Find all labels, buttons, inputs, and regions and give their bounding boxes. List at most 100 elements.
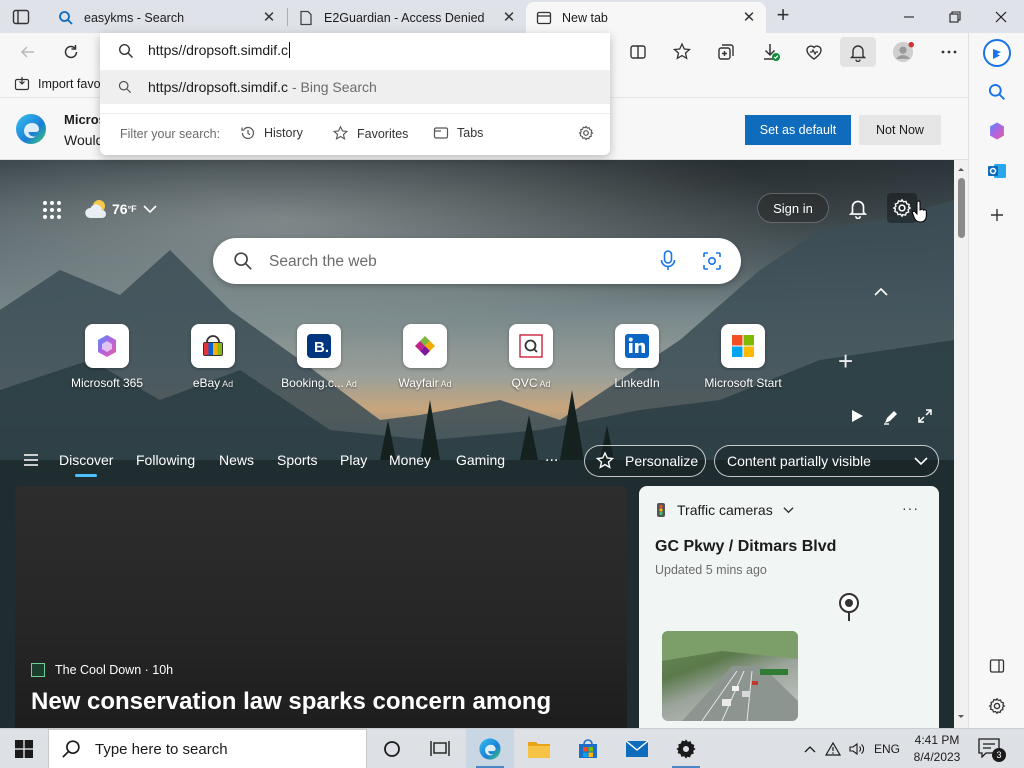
cortana-icon[interactable] (368, 729, 416, 768)
traffic-location: GC Pkwy / Ditmars Blvd (655, 538, 837, 555)
star-icon (332, 125, 349, 140)
close-window-button[interactable] (978, 0, 1024, 33)
taskbar-search-box[interactable]: Type here to search (48, 729, 367, 768)
chevron-up-icon[interactable] (874, 287, 888, 297)
downloads-icon[interactable] (760, 41, 782, 63)
mail-icon[interactable] (613, 729, 661, 768)
restore-button[interactable] (932, 0, 978, 33)
address-bar-dropdown: https//dropsoft.simdif.c https//dropsoft… (100, 33, 610, 155)
weather-widget[interactable]: 76 °F (84, 198, 157, 220)
settings-taskbar-icon[interactable] (662, 729, 710, 768)
start-button[interactable] (0, 729, 48, 768)
quick-link-wayfair[interactable]: Wayfair Ad (370, 324, 480, 390)
address-input[interactable]: https//dropsoft.simdif.c (148, 42, 291, 58)
outlook-icon[interactable] (985, 159, 1009, 183)
quick-link-linkedin[interactable]: LinkedIn (582, 324, 692, 390)
filter-favorites[interactable]: Favorites (332, 125, 408, 142)
address-bar[interactable]: https//dropsoft.simdif.c (100, 33, 610, 70)
feed-tab-sports[interactable]: Sports (277, 452, 317, 468)
feed-tab-money[interactable]: Money (389, 452, 431, 468)
web-search-box[interactable]: Search the web (213, 238, 741, 284)
close-icon[interactable]: ✕ (262, 10, 276, 25)
favorites-star-icon[interactable] (671, 41, 693, 63)
search-suggestion[interactable]: https//dropsoft.simdif.c - Bing Search (100, 70, 610, 104)
history-icon (241, 126, 255, 140)
play-icon[interactable] (850, 409, 864, 423)
microsoft-store-icon[interactable] (564, 729, 612, 768)
feed-tab-following[interactable]: Following (136, 452, 195, 468)
close-icon[interactable]: ✕ (742, 10, 756, 25)
set-as-default-button[interactable]: Set as default (745, 115, 851, 145)
filter-history[interactable]: History (240, 125, 303, 141)
tab-new-tab[interactable]: New tab ✕ (526, 2, 766, 33)
microsoft-365-icon[interactable] (985, 119, 1009, 143)
close-icon[interactable]: ✕ (502, 10, 516, 25)
sidebar-settings-icon[interactable] (985, 694, 1009, 718)
tab-e2guardian[interactable]: E2Guardian - Access Denied ✕ (288, 2, 526, 33)
browser-essentials-icon[interactable] (803, 41, 825, 63)
search-icon[interactable] (985, 80, 1009, 104)
filter-favorites-label: Favorites (357, 126, 409, 141)
feed-tab-discover[interactable]: Discover (59, 452, 113, 477)
edit-background-icon[interactable] (883, 409, 899, 425)
fullscreen-icon[interactable] (918, 409, 932, 423)
filter-tabs[interactable]: Tabs (433, 125, 483, 141)
edge-taskbar-icon[interactable] (466, 729, 514, 768)
taskbar-clock[interactable]: 4:41 PM 8/4/2023 (906, 732, 968, 766)
sign-in-button[interactable]: Sign in (757, 193, 829, 223)
split-screen-icon[interactable] (627, 41, 649, 63)
quick-link-qvc[interactable]: QVC Ad (476, 324, 586, 390)
import-favorites-link[interactable]: Import favo (14, 76, 101, 92)
quick-link-booking[interactable]: B. Booking.c... Ad (264, 324, 374, 390)
collections-icon[interactable] (715, 41, 737, 63)
quick-link-microsoft-365[interactable]: Microsoft 365 (52, 324, 162, 390)
network-icon[interactable] (822, 729, 844, 768)
tab-actions-icon[interactable] (12, 8, 30, 26)
file-explorer-icon[interactable] (515, 729, 563, 768)
scrollbar-thumb[interactable] (958, 178, 965, 238)
feed-tab-news[interactable]: News (219, 452, 254, 468)
news-card[interactable]: The Cool Down · 10h New conservation law… (15, 486, 627, 728)
map-pin-icon[interactable] (838, 593, 860, 623)
address-input-text: https//dropsoft.simdif.c (148, 42, 289, 58)
tab-label: E2Guardian - Access Denied (324, 10, 485, 25)
volume-icon[interactable] (846, 729, 868, 768)
app-launcher-icon[interactable] (42, 200, 62, 220)
quick-link-microsoft-start[interactable]: Microsoft Start (688, 324, 798, 390)
back-button[interactable] (17, 41, 39, 63)
more-options-icon[interactable] (938, 41, 960, 63)
input-language[interactable]: ENG (872, 729, 902, 768)
feed-tab-gaming[interactable]: Gaming (456, 452, 505, 468)
feed-tab-play[interactable]: Play (340, 452, 367, 468)
refresh-button[interactable] (60, 41, 82, 63)
task-view-icon[interactable] (416, 729, 464, 768)
card-more-options[interactable]: ··· (902, 500, 919, 516)
new-tab-button[interactable]: + (773, 4, 793, 26)
search-settings-icon[interactable] (578, 125, 594, 141)
traffic-card-header[interactable]: Traffic cameras (655, 502, 804, 518)
page-scrollbar[interactable] (954, 160, 968, 728)
tab-easykms-search[interactable]: easykms - Search ✕ (48, 2, 286, 33)
action-center-icon[interactable]: 3 (978, 738, 1006, 762)
content-visibility-dropdown[interactable]: Content partially visible (714, 445, 939, 477)
add-quick-link-button[interactable]: + (838, 348, 853, 374)
show-hidden-icons-icon[interactable] (800, 729, 820, 768)
gear-icon (892, 198, 912, 218)
news-headline[interactable]: New conservation law sparks concern amon… (31, 687, 621, 717)
not-now-button[interactable]: Not Now (859, 115, 941, 145)
quick-link-name: LinkedIn (614, 376, 660, 390)
feed-more-button[interactable]: ... (545, 448, 558, 466)
hamburger-menu-icon[interactable] (24, 454, 38, 466)
profile-avatar[interactable] (892, 41, 914, 63)
microphone-icon[interactable] (659, 250, 677, 272)
quick-link-ebay[interactable]: eBay Ad (158, 324, 268, 390)
personalize-button[interactable]: Personalize (584, 445, 706, 477)
hide-sidebar-icon[interactable] (985, 654, 1009, 678)
bing-chat-icon[interactable] (981, 37, 1013, 69)
bell-icon[interactable] (847, 197, 869, 219)
visual-search-icon[interactable] (702, 251, 722, 271)
minimize-button[interactable] (886, 0, 932, 33)
add-sidebar-app-icon[interactable] (985, 203, 1009, 227)
traffic-camera-image[interactable] (662, 631, 798, 721)
notifications-bell-icon[interactable] (840, 37, 876, 67)
